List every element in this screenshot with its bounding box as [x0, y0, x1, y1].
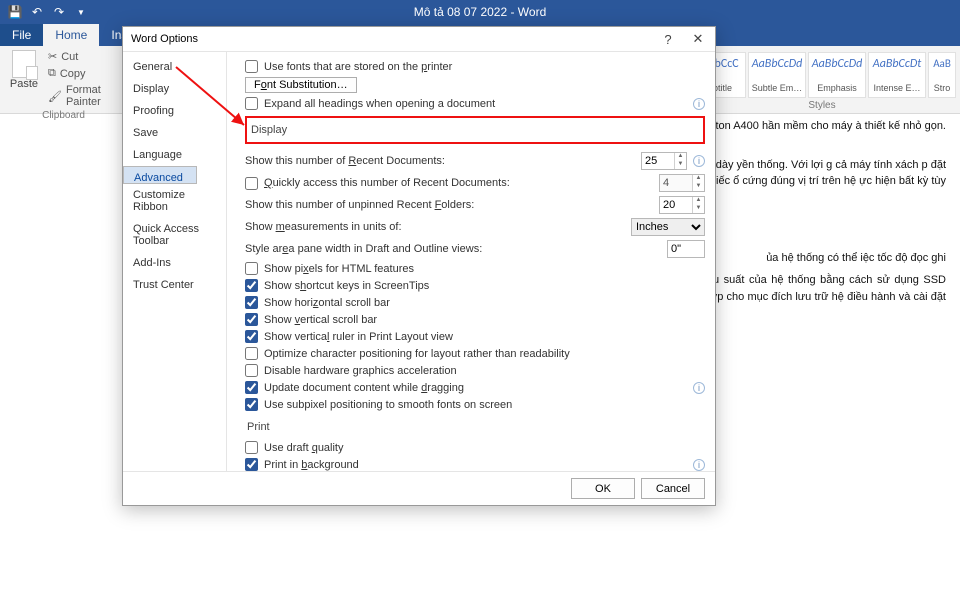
chk-expand-headings[interactable]	[245, 97, 258, 110]
lbl-pixels-html: Show pixels for HTML features	[264, 263, 705, 275]
dialog-footer: OK Cancel	[123, 471, 715, 505]
chk-shortcut-keys[interactable]	[245, 279, 258, 292]
chk-subpixel[interactable]	[245, 398, 258, 411]
nav-save[interactable]: Save	[123, 122, 226, 144]
ok-button[interactable]: OK	[571, 478, 635, 499]
chk-vscroll[interactable]	[245, 313, 258, 326]
chk-quick-access-recent[interactable]	[245, 177, 258, 190]
dialog-content: Use fonts that are stored on the printer…	[227, 52, 715, 471]
cancel-button[interactable]: Cancel	[641, 478, 705, 499]
info-icon[interactable]: i	[693, 98, 705, 110]
quick-access-input	[660, 175, 692, 191]
nav-general[interactable]: General	[123, 56, 226, 78]
print-heading: Print	[245, 413, 705, 439]
lbl-draft-quality: Use draft quality	[264, 442, 705, 454]
nav-trust[interactable]: Trust Center	[123, 274, 226, 296]
recent-folders-spinner[interactable]: ▲▼	[659, 196, 705, 214]
lbl-quick-access-recent: Quickly access this number of Recent Doc…	[264, 177, 653, 189]
dialog-help-button[interactable]: ?	[653, 32, 683, 47]
dialog-titlebar: Word Options ? ✕	[123, 27, 715, 51]
style-pane-input[interactable]	[667, 240, 705, 258]
nav-language[interactable]: Language	[123, 144, 226, 166]
lbl-hscroll: Show horizontal scroll bar	[264, 297, 705, 309]
font-substitution-button[interactable]: Font Substitution…	[245, 77, 357, 93]
lbl-optimize-char: Optimize character positioning for layou…	[264, 348, 705, 360]
chk-pixels-html[interactable]	[245, 262, 258, 275]
chk-optimize-char[interactable]	[245, 347, 258, 360]
lbl-recent-docs: Show this number of Recent Documents:	[245, 155, 635, 167]
units-select[interactable]: Inches	[631, 218, 705, 236]
display-heading: Display	[245, 116, 705, 144]
lbl-vscroll: Show vertical scroll bar	[264, 314, 705, 326]
nav-advanced[interactable]: Advanced	[123, 166, 197, 184]
lbl-use-printer-fonts: Use fonts that are stored on the printer	[264, 61, 705, 73]
chk-update-drag[interactable]	[245, 381, 258, 394]
lbl-shortcut-keys: Show shortcut keys in ScreenTips	[264, 280, 705, 292]
nav-addins[interactable]: Add-Ins	[123, 252, 226, 274]
dialog-overlay: Word Options ? ✕ General Display Proofin…	[0, 0, 960, 601]
lbl-recent-folders: Show this number of unpinned Recent Fold…	[245, 199, 653, 211]
lbl-expand-headings: Expand all headings when opening a docum…	[264, 98, 687, 110]
info-icon[interactable]: i	[693, 382, 705, 394]
dialog-title: Word Options	[131, 33, 198, 45]
recent-folders-input[interactable]	[660, 197, 692, 213]
dialog-close-button[interactable]: ✕	[683, 31, 713, 47]
nav-quick-access[interactable]: Quick Access Toolbar	[123, 218, 226, 252]
lbl-vruler: Show vertical ruler in Print Layout view	[264, 331, 705, 343]
word-options-dialog: Word Options ? ✕ General Display Proofin…	[122, 26, 716, 506]
chk-use-printer-fonts[interactable]	[245, 60, 258, 73]
lbl-subpixel: Use subpixel positioning to smooth fonts…	[264, 399, 705, 411]
recent-docs-input[interactable]	[642, 153, 674, 169]
recent-docs-spinner[interactable]: ▲▼	[641, 152, 687, 170]
nav-display[interactable]: Display	[123, 78, 226, 100]
lbl-disable-hw: Disable hardware graphics acceleration	[264, 365, 705, 377]
lbl-print-background: Print in background	[264, 459, 687, 471]
chk-disable-hw[interactable]	[245, 364, 258, 377]
lbl-units: Show measurements in units of:	[245, 221, 625, 233]
chk-print-background[interactable]	[245, 458, 258, 471]
nav-proofing[interactable]: Proofing	[123, 100, 226, 122]
lbl-style-pane: Style area pane width in Draft and Outli…	[245, 243, 661, 255]
nav-customize-ribbon[interactable]: Customize Ribbon	[123, 184, 226, 218]
lbl-update-drag: Update document content while dragging	[264, 382, 687, 394]
chk-draft-quality[interactable]	[245, 441, 258, 454]
chk-hscroll[interactable]	[245, 296, 258, 309]
info-icon[interactable]: i	[693, 459, 705, 471]
dialog-nav: General Display Proofing Save Language A…	[123, 52, 227, 471]
chk-vruler[interactable]	[245, 330, 258, 343]
quick-access-spinner[interactable]: ▲▼	[659, 174, 705, 192]
info-icon[interactable]: i	[693, 155, 705, 167]
